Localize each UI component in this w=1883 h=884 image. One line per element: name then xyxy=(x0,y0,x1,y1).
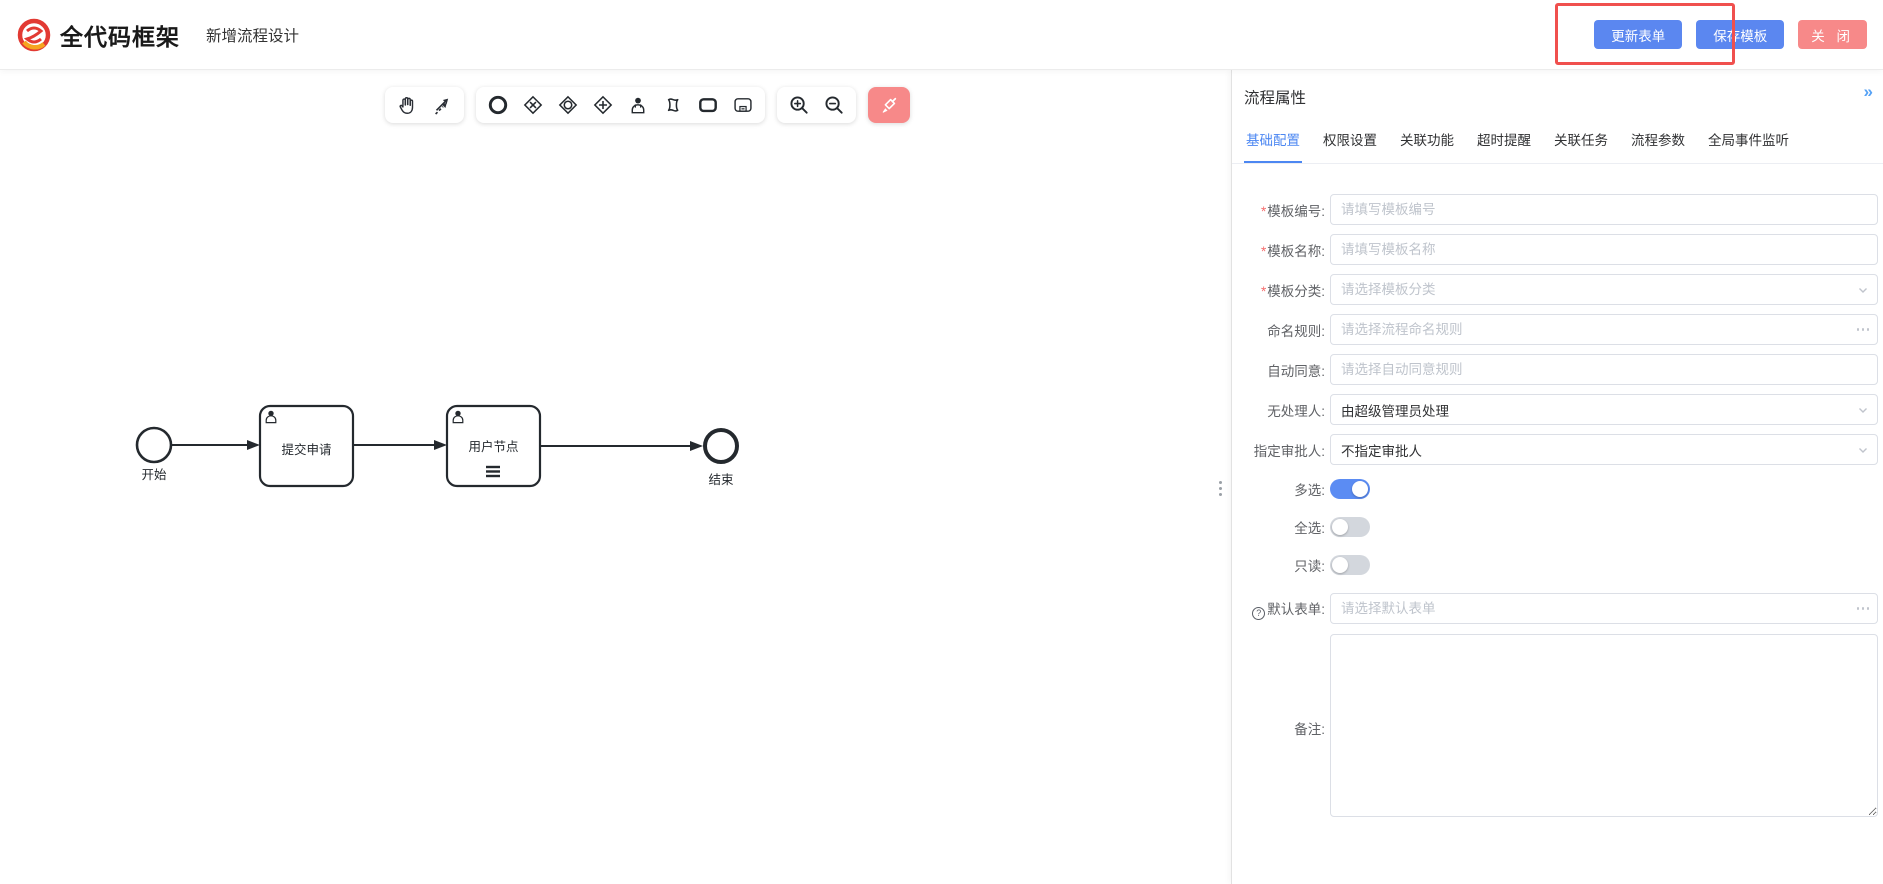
select-all-toggle[interactable] xyxy=(1330,517,1370,537)
field-template-name: *模板名称: xyxy=(1242,234,1878,265)
template-name-input[interactable] xyxy=(1330,234,1878,265)
more-icon[interactable] xyxy=(1857,593,1870,624)
app-logo: 全代码框架 xyxy=(16,17,180,53)
multi-select-toggle[interactable] xyxy=(1330,479,1370,499)
bpmn-diagram xyxy=(0,70,1231,883)
task-node-submit[interactable] xyxy=(260,406,353,486)
tab-permission[interactable]: 权限设置 xyxy=(1321,122,1379,163)
remarks-textarea[interactable] xyxy=(1330,634,1878,817)
field-select-all: 全选: xyxy=(1242,517,1878,537)
collapse-panel-icon[interactable]: » xyxy=(1864,82,1871,102)
start-event-node[interactable] xyxy=(137,428,171,462)
field-template-number: *模板编号: xyxy=(1242,194,1878,225)
tab-basic-config[interactable]: 基础配置 xyxy=(1244,122,1302,163)
end-event-node[interactable] xyxy=(705,430,737,462)
save-template-button[interactable]: 保存模板 xyxy=(1696,20,1784,49)
update-form-button[interactable]: 更新表单 xyxy=(1594,20,1682,49)
read-only-toggle[interactable] xyxy=(1330,555,1370,575)
panel-title: 流程属性 xyxy=(1232,70,1883,108)
close-button[interactable]: 关 闭 xyxy=(1798,20,1867,49)
help-icon[interactable]: ? xyxy=(1252,607,1265,620)
no-handler-select[interactable] xyxy=(1330,394,1878,425)
tab-related-function[interactable]: 关联功能 xyxy=(1398,122,1456,163)
chevron-down-icon xyxy=(1857,274,1869,305)
properties-panel: 流程属性 » 基础配置 权限设置 关联功能 超时提醒 关联任务 流程参数 全局事… xyxy=(1231,70,1883,884)
chevron-down-icon xyxy=(1857,434,1869,465)
naming-rule-input[interactable] xyxy=(1330,314,1878,345)
basic-config-form: *模板编号: *模板名称: *模板分类: 命名规则: xyxy=(1232,164,1883,822)
field-multi-select: 多选: xyxy=(1242,479,1878,499)
field-naming-rule: 命名规则: xyxy=(1242,314,1878,345)
panel-resize-handle[interactable] xyxy=(1219,481,1222,496)
process-canvas[interactable]: 开始 提交申请 用户节点 结束 xyxy=(0,70,1231,884)
field-auto-agree: 自动同意: xyxy=(1242,354,1878,385)
template-number-input[interactable] xyxy=(1330,194,1878,225)
brand-logo-icon xyxy=(16,17,52,53)
tab-timeout-reminder[interactable]: 超时提醒 xyxy=(1475,122,1533,163)
field-no-handler: 无处理人: xyxy=(1242,394,1878,425)
panel-tabs: 基础配置 权限设置 关联功能 超时提醒 关联任务 流程参数 全局事件监听 xyxy=(1232,122,1883,164)
field-template-category: *模板分类: xyxy=(1242,274,1878,305)
field-default-form: ?默认表单: xyxy=(1242,593,1878,624)
top-header: 全代码框架 新增流程设计 更新表单 保存模板 关 闭 xyxy=(0,0,1883,70)
more-icon[interactable] xyxy=(1857,314,1870,345)
field-read-only: 只读: xyxy=(1242,555,1878,575)
field-designated-approver: 指定审批人: xyxy=(1242,434,1878,465)
default-form-input[interactable] xyxy=(1330,593,1878,624)
tab-process-params[interactable]: 流程参数 xyxy=(1629,122,1687,163)
auto-agree-input[interactable] xyxy=(1330,354,1878,385)
header-actions: 更新表单 保存模板 关 闭 xyxy=(1594,20,1867,49)
designated-approver-select[interactable] xyxy=(1330,434,1878,465)
task-node-user[interactable] xyxy=(447,406,540,486)
page-title: 新增流程设计 xyxy=(206,24,299,46)
tab-related-task[interactable]: 关联任务 xyxy=(1552,122,1610,163)
tab-global-event-listener[interactable]: 全局事件监听 xyxy=(1706,122,1791,163)
field-remarks: 备注: xyxy=(1242,634,1878,822)
chevron-down-icon xyxy=(1857,394,1869,425)
app-name: 全代码框架 xyxy=(60,18,180,52)
template-category-select[interactable] xyxy=(1330,274,1878,305)
